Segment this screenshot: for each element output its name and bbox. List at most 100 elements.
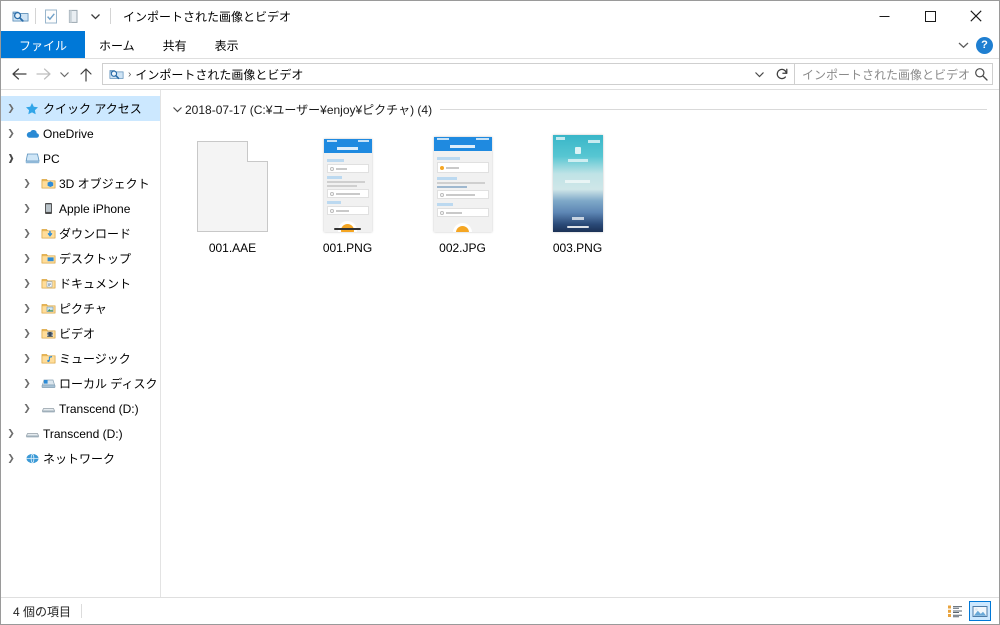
lock-icon bbox=[574, 147, 581, 154]
search-input[interactable]: インポートされた画像とビデオの検索 bbox=[795, 63, 993, 85]
chevron-right-icon[interactable]: ❯ bbox=[17, 378, 37, 389]
group-header[interactable]: 2018-07-17 (C:¥ユーザー¥enjoy¥ピクチャ) (4) bbox=[169, 98, 999, 120]
help-icon[interactable]: ? bbox=[976, 36, 993, 54]
music-folder-icon bbox=[37, 352, 59, 365]
search-icon[interactable] bbox=[970, 67, 992, 81]
file-item[interactable]: 001.AAE bbox=[175, 128, 290, 255]
address-bar: › インポートされた画像とビデオ インポートされた画像とビデオの検索 bbox=[1, 59, 999, 89]
recent-locations-button[interactable] bbox=[55, 62, 74, 86]
generic-file-icon bbox=[197, 141, 268, 232]
toolbar-divider-2 bbox=[110, 8, 111, 24]
sidebar-label: ダウンロード bbox=[59, 227, 132, 241]
explorer-window: インポートされた画像とビデオ ファイル ホーム 共有 表示 ? › インポートさ… bbox=[0, 0, 1000, 625]
chevron-right-icon[interactable]: ❯ bbox=[17, 328, 37, 339]
sidebar-item-desktop[interactable]: ❯ デスクトップ bbox=[1, 246, 160, 271]
sidebar-label: ネットワーク bbox=[43, 452, 116, 466]
customize-dropdown-icon[interactable] bbox=[84, 5, 106, 27]
view-buttons bbox=[944, 598, 991, 624]
phone-screenshot-thumbnail bbox=[433, 137, 492, 232]
lockscreen-wallpaper bbox=[552, 135, 603, 232]
file-thumbnail[interactable] bbox=[433, 132, 492, 232]
tab-share[interactable]: 共有 bbox=[149, 31, 201, 59]
group-divider bbox=[440, 108, 987, 110]
file-thumbnail[interactable] bbox=[197, 132, 268, 232]
chevron-right-icon[interactable]: ❯ bbox=[1, 453, 21, 464]
sidebar-label: ピクチャ bbox=[59, 302, 107, 316]
chevron-right-icon[interactable]: ❯ bbox=[1, 128, 21, 139]
sidebar-label: 3D オブジェクト bbox=[59, 177, 150, 191]
window-controls bbox=[861, 1, 999, 31]
up-button[interactable] bbox=[74, 62, 98, 86]
status-bar: 4 個の項目 bbox=[1, 597, 999, 624]
sidebar-item-apple-iphone[interactable]: ❯ Apple iPhone bbox=[1, 196, 160, 221]
tab-home[interactable]: ホーム bbox=[85, 31, 149, 59]
chevron-right-icon[interactable]: ❯ bbox=[17, 228, 37, 239]
large-icons-view-button[interactable] bbox=[969, 601, 991, 621]
hard-drive-icon bbox=[37, 377, 59, 390]
navigation-pane[interactable]: ❯ クイック アクセス ❯ OneDrive ❱ PC ❯ 3D オブジェクト … bbox=[1, 90, 161, 597]
file-item[interactable]: 002.JPG bbox=[405, 128, 520, 255]
sidebar-item-videos[interactable]: ❯ ビデオ bbox=[1, 321, 160, 346]
item-count-label: 4 個の項目 bbox=[13, 604, 72, 619]
file-thumbnail[interactable] bbox=[552, 132, 603, 232]
sidebar-label: Apple iPhone bbox=[59, 201, 131, 216]
chevron-right-icon[interactable]: ❯ bbox=[17, 278, 37, 289]
toolbar-divider-1 bbox=[35, 8, 36, 24]
file-item[interactable]: 001.PNG bbox=[290, 128, 405, 255]
back-button[interactable] bbox=[7, 62, 31, 86]
sidebar-label: ビデオ bbox=[59, 327, 96, 341]
new-folder-icon[interactable] bbox=[62, 5, 84, 27]
properties-icon[interactable] bbox=[40, 5, 62, 27]
network-icon bbox=[21, 452, 43, 465]
file-thumbnail[interactable] bbox=[323, 132, 372, 232]
file-item[interactable]: 003.PNG bbox=[520, 128, 635, 255]
sidebar-item-pictures[interactable]: ❯ ピクチャ bbox=[1, 296, 160, 321]
sidebar-item-music[interactable]: ❯ ミュージック bbox=[1, 346, 160, 371]
details-view-button[interactable] bbox=[944, 601, 966, 621]
home-indicator bbox=[566, 226, 589, 228]
chevron-down-icon[interactable] bbox=[957, 40, 970, 50]
chevron-right-icon[interactable]: ❯ bbox=[1, 428, 21, 439]
sidebar-item-pc[interactable]: ❱ PC bbox=[1, 146, 160, 171]
sidebar-label: PC bbox=[43, 151, 60, 166]
chevron-right-icon[interactable]: ❯ bbox=[17, 253, 37, 264]
explorer-body: ❯ クイック アクセス ❯ OneDrive ❱ PC ❯ 3D オブジェクト … bbox=[1, 89, 999, 597]
chevron-right-icon[interactable]: ❯ bbox=[17, 203, 37, 214]
address-input[interactable]: › インポートされた画像とビデオ bbox=[102, 63, 795, 85]
sidebar-item-quick-access[interactable]: ❯ クイック アクセス bbox=[1, 96, 160, 121]
sidebar-item-local-disk-c[interactable]: ❯ ローカル ディスク (C:) bbox=[1, 371, 160, 396]
address-dropdown-icon[interactable] bbox=[748, 64, 770, 84]
breadcrumb-path[interactable]: インポートされた画像とビデオ bbox=[135, 66, 303, 83]
chevron-right-icon[interactable]: ❯ bbox=[1, 103, 21, 114]
tab-view[interactable]: 表示 bbox=[201, 31, 253, 59]
saved-search-folder-icon[interactable] bbox=[9, 5, 31, 27]
chevron-down-icon[interactable] bbox=[169, 105, 185, 114]
chevron-down-icon[interactable]: ❱ bbox=[1, 153, 21, 164]
app-header-strip bbox=[323, 144, 372, 153]
home-indicator bbox=[334, 228, 361, 230]
chevron-right-icon[interactable]: ❯ bbox=[17, 303, 37, 314]
sidebar-item-3d-objects[interactable]: ❯ 3D オブジェクト bbox=[1, 171, 160, 196]
sidebar-item-documents[interactable]: ❯ ドキュメント bbox=[1, 271, 160, 296]
sidebar-item-onedrive[interactable]: ❯ OneDrive bbox=[1, 121, 160, 146]
file-name: 003.PNG bbox=[552, 241, 603, 255]
maximize-button[interactable] bbox=[907, 1, 953, 31]
title-bar: インポートされた画像とビデオ bbox=[1, 1, 999, 31]
sidebar-item-transcend-d-child[interactable]: ❯ Transcend (D:) bbox=[1, 396, 160, 421]
sidebar-item-downloads[interactable]: ❯ ダウンロード bbox=[1, 221, 160, 246]
sidebar-item-transcend-d[interactable]: ❯ Transcend (D:) bbox=[1, 421, 160, 446]
chevron-right-icon[interactable]: ❯ bbox=[17, 178, 37, 189]
tab-file[interactable]: ファイル bbox=[1, 31, 86, 59]
file-name: 001.PNG bbox=[322, 241, 373, 255]
minimize-button[interactable] bbox=[861, 1, 907, 31]
file-list-pane[interactable]: 2018-07-17 (C:¥ユーザー¥enjoy¥ピクチャ) (4) 001.… bbox=[161, 90, 999, 597]
status-divider bbox=[81, 604, 83, 618]
sidebar-item-network[interactable]: ❯ ネットワーク bbox=[1, 446, 160, 471]
close-button[interactable] bbox=[953, 1, 999, 31]
chevron-right-icon[interactable]: ❯ bbox=[17, 403, 37, 414]
desktop-folder-icon bbox=[37, 252, 59, 265]
refresh-icon[interactable] bbox=[770, 63, 794, 85]
pictures-folder-icon bbox=[37, 302, 59, 315]
forward-button[interactable] bbox=[31, 62, 55, 86]
chevron-right-icon[interactable]: ❯ bbox=[17, 353, 37, 364]
